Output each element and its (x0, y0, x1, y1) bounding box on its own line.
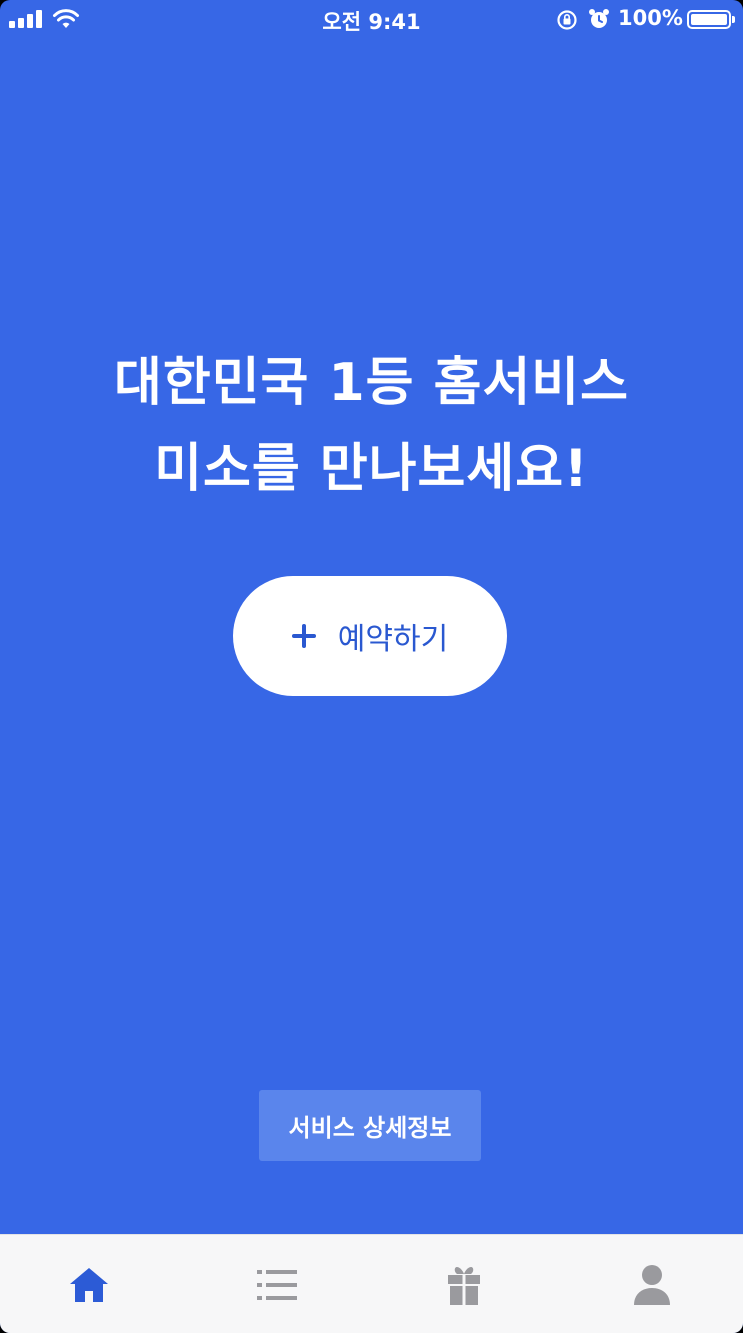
reserve-button-label: 예약하기 (337, 622, 449, 657)
status-bar: 오전 9:41 100% (0, 0, 743, 38)
battery-percentage: 100% (618, 6, 683, 30)
app-screen: 오전 9:41 100% 대한민국 1등 홈서비스 미소를 만나보세요! 예약하… (0, 0, 743, 1333)
person-icon (634, 1264, 670, 1305)
tab-gift[interactable] (404, 1235, 524, 1333)
plus-icon (291, 624, 316, 648)
bottom-tab-bar (0, 1234, 743, 1333)
hero-title-line-1: 대한민국 1등 홈서비스 (114, 353, 629, 413)
list-icon (257, 1269, 297, 1300)
alarm-icon (589, 9, 609, 28)
tab-list[interactable] (217, 1235, 337, 1333)
home-icon (70, 1267, 108, 1302)
service-detail-button-label: 서비스 상세정보 (288, 1114, 452, 1142)
battery-icon (687, 10, 735, 29)
tab-home[interactable] (29, 1235, 149, 1333)
hero-title: 대한민국 1등 홈서비스 미소를 만나보세요! (0, 340, 743, 512)
tab-profile[interactable] (592, 1235, 712, 1333)
service-detail-button[interactable]: 서비스 상세정보 (259, 1090, 481, 1161)
hero-title-line-2: 미소를 만나보세요! (154, 439, 589, 499)
rotation-lock-icon (557, 10, 577, 30)
gift-icon (448, 1266, 480, 1305)
reserve-button[interactable]: 예약하기 (233, 576, 507, 696)
